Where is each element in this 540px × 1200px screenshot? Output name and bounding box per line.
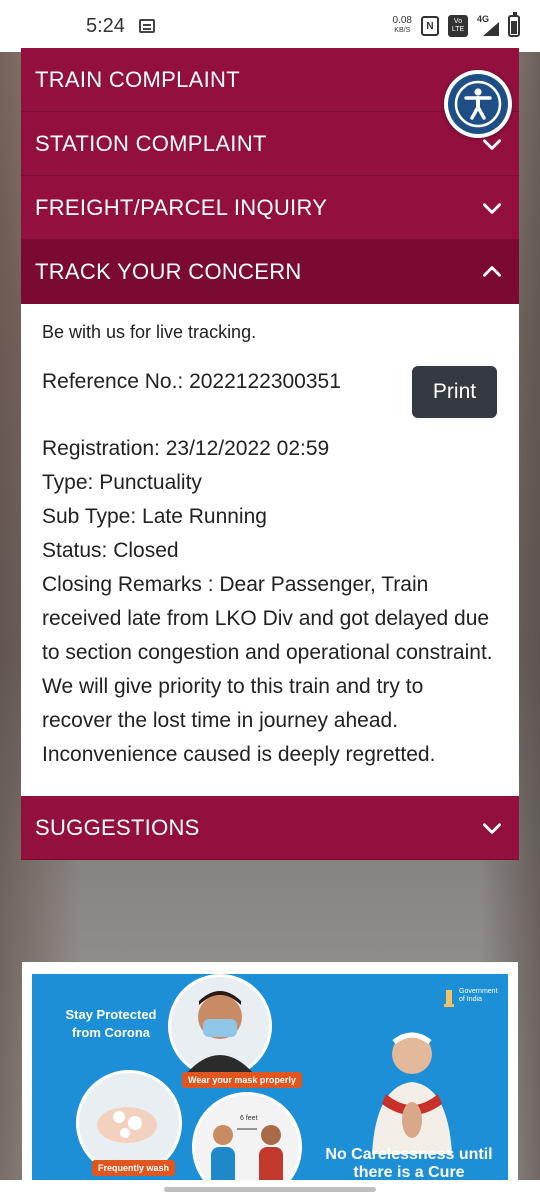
accordion-freight-parcel-inquiry[interactable]: FREIGHT/PARCEL INQUIRY <box>21 176 519 240</box>
network-speed-unit: KB/S <box>394 27 411 34</box>
pm-image <box>372 1032 452 1154</box>
gov-label: Government of India <box>459 988 498 1003</box>
covid-banner[interactable]: Stay Protected from Corona Government of… <box>22 962 518 1182</box>
covid-banner-image: Stay Protected from Corona Government of… <box>32 974 508 1182</box>
print-button[interactable]: Print <box>412 366 497 418</box>
mask-person-icon <box>185 991 255 1075</box>
status-time: 5:24 <box>86 14 125 37</box>
gov-logo: Government of India <box>442 988 504 1010</box>
distancing-image: 6 feet <box>192 1092 302 1182</box>
chevron-down-icon <box>483 822 501 834</box>
closing-remarks: Closing Remarks : Dear Passenger, Train … <box>42 573 493 766</box>
volte-icon: Vo LTE <box>448 15 468 37</box>
accordion-station-complaint[interactable]: STATION COMPLAINT <box>21 112 519 176</box>
complaint-sub-type: Sub Type: Late Running <box>42 505 267 528</box>
signal-icon: 4G <box>477 14 499 36</box>
nfc-icon: N <box>421 16 439 36</box>
complaint-status: Status: Closed <box>42 539 179 562</box>
message-icon <box>138 19 155 33</box>
accordion-label: TRACK YOUR CONCERN <box>35 258 302 284</box>
accordion-label: FREIGHT/PARCEL INQUIRY <box>35 194 328 220</box>
hand-wash-icon <box>97 1107 157 1143</box>
tracking-intro: Be with us for live tracking. <box>42 322 257 342</box>
wash-tag: Frequently wash <box>92 1160 176 1176</box>
network-speed: 0.08 KB/S <box>393 16 412 36</box>
chevron-up-icon <box>483 265 501 277</box>
chevron-down-icon <box>483 202 501 214</box>
accordion-label: TRAIN COMPLAINT <box>35 66 240 92</box>
accessibility-button-inner <box>448 74 508 134</box>
signal-bars-icon <box>483 22 499 36</box>
banner-title: Stay Protected from Corona <box>65 1007 157 1040</box>
accessibility-button[interactable] <box>444 70 512 138</box>
nfc-label: N <box>426 20 434 32</box>
complaint-type: Type: Punctuality <box>42 471 202 494</box>
network-speed-value: 0.08 <box>392 15 412 26</box>
reference-number: Reference No.: 2022122300351 <box>42 370 341 393</box>
status-icons: 0.08 KB/S N Vo LTE 4G <box>393 12 520 37</box>
accordion-label: STATION COMPLAINT <box>35 130 267 156</box>
accordion-label: SUGGESTIONS <box>35 814 200 840</box>
emblem-icon <box>444 990 454 1007</box>
status-bar: 5:24 0.08 KB/S N Vo LTE 4G <box>0 0 540 52</box>
mask-person-image <box>168 974 272 1078</box>
social-distancing-icon <box>211 1125 283 1182</box>
banner-bottom-text: No Carelessness until there is a Cure <box>325 1146 493 1181</box>
gesture-nav-handle[interactable] <box>164 1187 376 1192</box>
accessibility-person-icon <box>454 80 502 128</box>
complaint-accordion: TRAIN COMPLAINT STATION COMPLAINT FREIGH… <box>21 48 519 860</box>
mask-tag: Wear your mask properly <box>182 1072 302 1088</box>
concern-details: Be with us for live tracking. Reference … <box>21 304 519 796</box>
accordion-suggestions[interactable]: SUGGESTIONS <box>21 796 519 860</box>
reference-row: Reference No.: 2022122300351 Print <box>42 365 497 418</box>
distance-tag: 6 feet <box>240 1115 258 1122</box>
battery-icon <box>508 12 520 37</box>
accordion-track-your-concern[interactable]: TRACK YOUR CONCERN <box>21 240 519 304</box>
registration-date: Registration: 23/12/2022 02:59 <box>42 437 330 460</box>
